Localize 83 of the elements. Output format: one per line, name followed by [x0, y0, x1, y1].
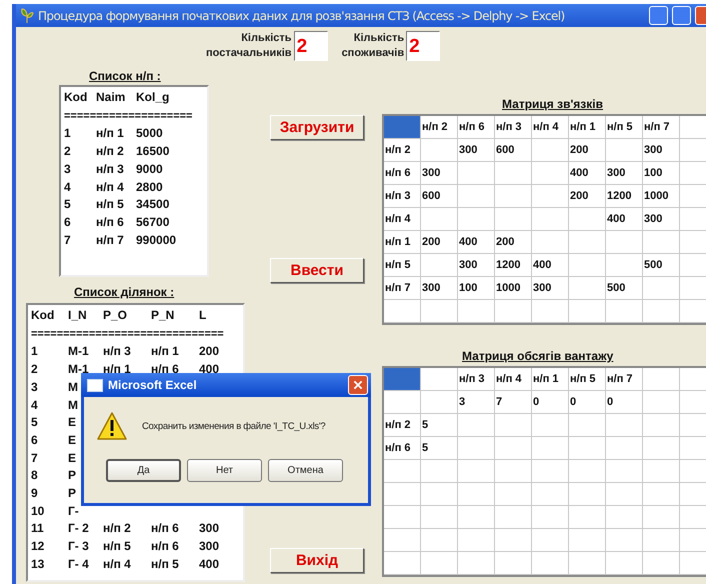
- list-cell-text: н/п 6: [151, 538, 180, 556]
- list-cell-text: 12: [31, 538, 46, 556]
- list-cell-text: E: [68, 450, 76, 467]
- list-cell-text: E: [68, 432, 76, 449]
- list-cell-text: н/п 1: [96, 125, 125, 142]
- column-header: Kod: [31, 307, 56, 324]
- list-cell-text: 2: [64, 143, 72, 160]
- list-cell-text: 1: [64, 125, 72, 142]
- list-cell-text: 300: [199, 538, 220, 556]
- list-cell-text: Г- 2: [68, 520, 90, 538]
- column-header: P_N: [151, 307, 176, 324]
- list-cell-text: н/п 6: [151, 520, 180, 538]
- column-header: Kol_g: [136, 89, 170, 106]
- counter-label: постачальників: [206, 46, 292, 61]
- list-cell-text: н/п 2: [96, 143, 125, 160]
- column-header: I_N: [68, 307, 88, 324]
- counter-label: споживачів: [342, 46, 404, 61]
- list-cell-text: 16500: [136, 143, 170, 160]
- list-cell-text: 2: [31, 361, 39, 378]
- column-header: P_O: [103, 307, 128, 324]
- list-cell-text: 8: [31, 467, 39, 484]
- dialog-message: Сохранить изменения в файле 'I_TC_U.xls'?: [142, 420, 326, 432]
- counter-label: Кількість: [354, 31, 404, 46]
- list-cell-text: 7: [31, 450, 39, 467]
- list-cell-text: 5: [64, 196, 72, 214]
- list-cell-text: M: [68, 396, 78, 414]
- list-cell-text: 10: [31, 502, 46, 520]
- list-cell-text: 990000: [136, 232, 176, 249]
- list-cell-text: н/п 2: [103, 520, 132, 538]
- list-cell-text: P: [68, 485, 76, 502]
- list-cell-text: 4: [31, 396, 39, 414]
- list-cell-text: M-1: [68, 361, 90, 378]
- list-cell-text: M-1: [68, 343, 90, 360]
- column-header: Naim: [96, 89, 126, 106]
- list-cell-text: 5: [31, 414, 39, 432]
- list-cell-text: 11: [31, 520, 45, 538]
- list-cell-text: 6: [31, 432, 39, 449]
- list-cell-text: 1: [31, 343, 39, 360]
- list-cell-text: Г-: [68, 502, 79, 520]
- list-cell-text: 400: [199, 361, 220, 378]
- counter-label: Кількість: [241, 31, 292, 46]
- list-cell-text: н/п 1: [103, 361, 132, 378]
- window-title: Процедура формування початкових даних для розв'язання СТЗ (Access -> Delphy -> Excel): [38, 8, 566, 22]
- list-cell-text: н/п 3: [96, 160, 125, 178]
- list-cell-text: н/п 3: [103, 343, 132, 360]
- list-cell-text: 4: [64, 178, 72, 196]
- matrix-title: Матриця обсягів вантажу: [462, 349, 614, 363]
- list-title: Список н/п :: [89, 69, 162, 83]
- separator-line: ==============================: [31, 328, 224, 340]
- list-cell-text: 34500: [136, 196, 170, 214]
- list-cell-text: 9000: [136, 160, 163, 178]
- list-cell-text: P: [68, 467, 76, 484]
- list-cell-text: н/п 6: [96, 214, 125, 231]
- list-cell-text: 2800: [136, 178, 163, 196]
- list-cell-text: 300: [199, 520, 220, 538]
- list-title: Список ділянок :: [74, 285, 176, 299]
- list-cell-text: н/п 4: [103, 556, 132, 573]
- list-cell-text: 13: [31, 556, 46, 573]
- list-cell-text: E: [68, 414, 76, 432]
- column-header: L: [199, 307, 208, 324]
- list-cell-text: 3: [31, 378, 39, 396]
- list-cell-text: 5000: [136, 125, 163, 142]
- list-cell-text: M: [68, 378, 78, 396]
- separator-line: ====================: [64, 110, 192, 122]
- list-cell-text: н/п 5: [103, 538, 132, 556]
- list-cell-text: н/п 4: [96, 178, 125, 196]
- column-header: Kod: [64, 89, 88, 106]
- list-cell-text: 6: [64, 214, 72, 231]
- list-cell-text: 3: [64, 160, 72, 178]
- list-cell-text: Г- 3: [68, 538, 90, 556]
- list-cell-text: 9: [31, 485, 39, 502]
- list-cell-text: н/п 7: [96, 232, 125, 249]
- list-cell-text: н/п 5: [96, 196, 125, 214]
- list-cell-text: н/п 6: [151, 361, 180, 378]
- list-cell-text: 400: [199, 556, 220, 573]
- dialog-title: Microsoft Excel: [108, 378, 198, 392]
- list-cell-text: н/п 1: [151, 343, 180, 360]
- list-cell-text: 56700: [136, 214, 170, 231]
- list-cell-text: 7: [64, 232, 72, 249]
- list-cell-text: н/п 5: [151, 556, 180, 573]
- list-cell-text: Г- 4: [68, 556, 90, 573]
- list-cell-text: 200: [199, 343, 220, 360]
- matrix-title: Матриця зв'язків: [502, 97, 604, 111]
